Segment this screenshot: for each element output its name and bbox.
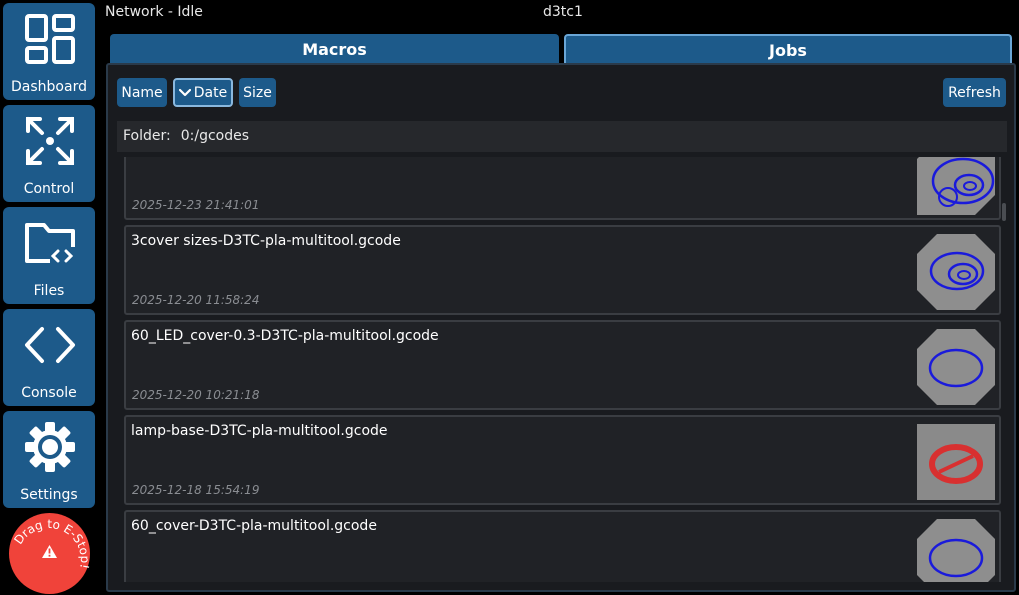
nav-control-button[interactable]: Control bbox=[3, 105, 95, 202]
job-item[interactable]: 2025-12-23 21:41:01 bbox=[124, 157, 1001, 220]
refresh-button[interactable]: Refresh bbox=[943, 78, 1006, 107]
machine-name: d3tc1 bbox=[543, 4, 583, 20]
sort-date-label: Date bbox=[193, 84, 228, 101]
job-item[interactable]: 3cover sizes-D3TC-pla-multitool.gcode 20… bbox=[124, 225, 1001, 315]
scrollbar[interactable] bbox=[1002, 203, 1006, 221]
dashboard-icon bbox=[25, 14, 75, 64]
gcode-preview-thumbnail bbox=[917, 157, 995, 215]
nav-console-label: Console bbox=[21, 385, 77, 401]
sort-date-button[interactable]: Date bbox=[173, 78, 233, 107]
nav-settings-label: Settings bbox=[20, 487, 78, 503]
jobs-panel: Name Date Size Refresh Folder: 0:/gcodes … bbox=[106, 63, 1016, 592]
nav-files-label: Files bbox=[33, 283, 65, 299]
tab-macros[interactable]: Macros bbox=[110, 34, 559, 64]
nav-dashboard-label: Dashboard bbox=[11, 79, 87, 95]
job-name: 60_LED_cover-0.3-D3TC-pla-multitool.gcod… bbox=[131, 328, 439, 344]
nav-control-label: Control bbox=[23, 181, 75, 197]
sidebar: Dashboard Control Files Console Settings… bbox=[0, 0, 100, 595]
tab-jobs[interactable]: Jobs bbox=[564, 34, 1012, 64]
folder-label: Folder: bbox=[123, 128, 171, 144]
connection-status: Network - Idle bbox=[105, 4, 203, 20]
chevron-down-icon bbox=[178, 88, 191, 96]
job-name: lamp-base-D3TC-pla-multitool.gcode bbox=[131, 423, 388, 439]
folder-code-icon bbox=[25, 223, 76, 267]
nav-files-button[interactable]: Files bbox=[3, 207, 95, 304]
move-arrows-icon bbox=[26, 117, 74, 165]
folder-bar: Folder: 0:/gcodes bbox=[117, 121, 1007, 152]
job-list[interactable]: 2025-12-23 21:41:01 3cover sizes-D3TC-pl… bbox=[117, 157, 1007, 582]
sort-name-button[interactable]: Name bbox=[117, 78, 167, 107]
job-date: 2025-12-20 11:58:24 bbox=[132, 293, 260, 307]
nav-console-button[interactable]: Console bbox=[3, 309, 95, 406]
gcode-preview-thumbnail bbox=[917, 519, 995, 582]
nav-settings-button[interactable]: Settings bbox=[3, 411, 95, 508]
warning-icon bbox=[42, 545, 57, 558]
job-item[interactable]: 60_LED_cover-0.3-D3TC-pla-multitool.gcod… bbox=[124, 320, 1001, 410]
job-date: 2025-12-20 10:21:18 bbox=[132, 388, 260, 402]
folder-path: 0:/gcodes bbox=[180, 128, 250, 144]
sort-size-button[interactable]: Size bbox=[239, 78, 276, 107]
gcode-preview-thumbnail bbox=[917, 424, 995, 500]
estop-button[interactable]: Drag to E-Stop! bbox=[9, 513, 90, 594]
job-item[interactable]: 60_cover-D3TC-pla-multitool.gcode bbox=[124, 510, 1001, 582]
status-bar: Network - Idle d3tc1 bbox=[105, 0, 1019, 26]
gcode-preview-thumbnail bbox=[917, 234, 995, 310]
estop-label: Drag to E-Stop! bbox=[11, 517, 90, 570]
gcode-preview-thumbnail bbox=[917, 329, 995, 405]
nav-dashboard-button[interactable]: Dashboard bbox=[3, 3, 95, 100]
job-name: 60_cover-D3TC-pla-multitool.gcode bbox=[131, 518, 377, 534]
code-brackets-icon bbox=[25, 327, 75, 363]
job-date: 2025-12-23 21:41:01 bbox=[132, 198, 260, 212]
job-date: 2025-12-18 15:54:19 bbox=[132, 483, 260, 497]
gear-icon bbox=[25, 422, 75, 472]
job-item[interactable]: lamp-base-D3TC-pla-multitool.gcode 2025-… bbox=[124, 415, 1001, 505]
job-name: 3cover sizes-D3TC-pla-multitool.gcode bbox=[131, 233, 401, 249]
